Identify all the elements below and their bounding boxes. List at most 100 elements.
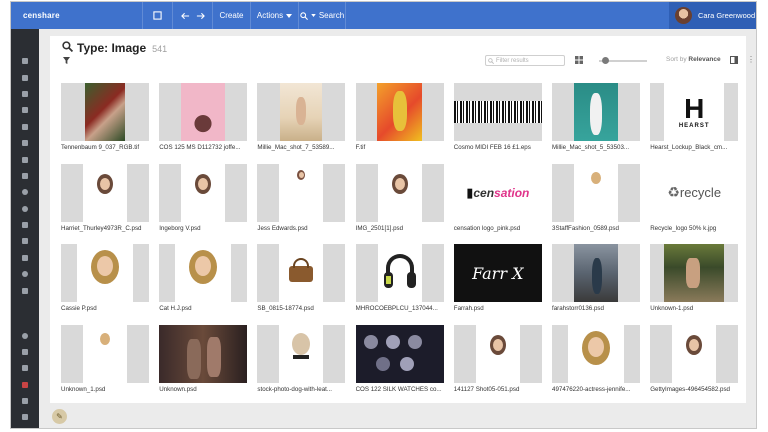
asset-thumbnail[interactable]: [61, 163, 149, 222]
asset-thumbnail[interactable]: [257, 324, 346, 383]
asset-thumbnail[interactable]: ♻ recycle: [650, 163, 739, 222]
asset-thumbnail[interactable]: [257, 163, 346, 222]
chevron-down-icon: [286, 13, 293, 18]
actions-menu-button[interactable]: Actions: [250, 2, 298, 29]
sort-control[interactable]: Sort by Relevance: [666, 56, 721, 63]
asset-tile[interactable]: Harriet_Thurley4973R_C.psd: [61, 163, 149, 232]
heart-icon[interactable]: [19, 204, 30, 213]
asset-thumbnail[interactable]: [552, 324, 640, 383]
search-button[interactable]: Search: [298, 2, 346, 29]
thumbnail-image: [574, 163, 618, 222]
side-panel-icon[interactable]: [730, 56, 738, 64]
document-icon[interactable]: [19, 236, 30, 245]
film-icon[interactable]: [19, 363, 30, 372]
asset-thumbnail[interactable]: [159, 83, 248, 141]
thumbnail-image: [689, 338, 700, 351]
tag-icon[interactable]: [19, 171, 30, 180]
asset-tile[interactable]: farahstorr0136.psd: [552, 244, 640, 312]
asset-thumbnail[interactable]: [552, 244, 640, 302]
asset-thumbnail[interactable]: [552, 83, 640, 141]
asset-tile[interactable]: Unknown_1.psd: [61, 324, 149, 393]
search-icon[interactable]: [19, 331, 30, 340]
asset-thumbnail[interactable]: [257, 83, 346, 141]
trash-icon[interactable]: [19, 286, 30, 295]
asset-tile[interactable]: Cosmo MIDI FEB 16 £1.eps: [453, 83, 542, 151]
car-icon[interactable]: [19, 155, 30, 164]
thumbnail-image: [198, 177, 209, 190]
asset-tile[interactable]: 3StaffFashion_0589.psd: [552, 163, 640, 232]
new-window-button[interactable]: [142, 2, 172, 29]
asset-tile[interactable]: COS 125 MS D112732 joffe...: [159, 83, 248, 151]
image-icon[interactable]: [19, 347, 30, 356]
asset-thumbnail[interactable]: H HEARST: [650, 83, 739, 141]
asset-thumbnail[interactable]: [355, 83, 444, 141]
asset-thumbnail[interactable]: [61, 324, 149, 383]
pin-icon[interactable]: ✎: [52, 409, 67, 424]
grid-view-icon[interactable]: [575, 56, 583, 64]
download-icon[interactable]: [19, 89, 30, 98]
asset-thumbnail[interactable]: [159, 324, 248, 383]
asset-thumbnail[interactable]: [650, 244, 739, 302]
asset-tile[interactable]: Tennenbaum 9_037_RGB.tif: [61, 83, 149, 151]
asset-tile[interactable]: Unknown-1.psd: [650, 244, 739, 312]
asset-tile[interactable]: GettyImages-496454582.psd: [650, 324, 739, 393]
asset-thumbnail[interactable]: [650, 324, 739, 383]
brand-logo[interactable]: censhare: [11, 2, 60, 29]
asset-tile[interactable]: ♻ recycle Recycle_logo 50% k.jpg: [650, 163, 739, 232]
calendar-icon[interactable]: [19, 105, 30, 114]
asset-tile[interactable]: Jess Edwards.psd: [257, 163, 346, 232]
create-button[interactable]: Create: [212, 2, 250, 29]
filter-results-input[interactable]: Filter results: [485, 55, 565, 66]
asset-tile[interactable]: Farr X Farrah.psd: [453, 244, 542, 312]
asset-thumbnail[interactable]: [453, 324, 542, 383]
thumbnail-size-slider[interactable]: [599, 57, 647, 64]
asset-tile[interactable]: Cassie P.psd: [61, 244, 149, 312]
asset-tile[interactable]: Millie_Mac_shot_5_53503...: [552, 83, 640, 151]
asset-thumbnail[interactable]: [453, 83, 542, 141]
chat-icon[interactable]: [19, 122, 30, 131]
alert-icon[interactable]: [19, 380, 30, 389]
clock-icon[interactable]: [19, 187, 30, 196]
back-arrow-icon[interactable]: [180, 12, 190, 20]
search-icon[interactable]: [19, 269, 30, 278]
file-icon[interactable]: [19, 253, 30, 262]
inbox-icon[interactable]: [19, 73, 30, 82]
asset-thumbnail[interactable]: [257, 244, 346, 302]
asset-thumbnail[interactable]: [61, 83, 149, 141]
filter-icon[interactable]: [63, 57, 70, 64]
asset-tile[interactable]: stock-photo-dog-with-leat...: [257, 324, 346, 393]
asset-thumbnail[interactable]: [355, 244, 444, 302]
asset-tile[interactable]: SB_0815-18774.psd: [257, 244, 346, 312]
slider-handle[interactable]: [602, 57, 609, 64]
forward-arrow-icon[interactable]: [196, 12, 205, 20]
asset-thumbnail[interactable]: [355, 163, 444, 222]
asset-tile[interactable]: 497476220-actress-jennife...: [552, 324, 640, 393]
asset-thumbnail[interactable]: [355, 324, 444, 383]
asset-tile[interactable]: ▮ cen sation censation logo_pink.psd: [453, 163, 542, 232]
asset-thumbnail[interactable]: [552, 163, 640, 222]
asset-tile[interactable]: IMG_2501[1].psd: [355, 163, 444, 232]
asset-tile[interactable]: Unknown.psd: [159, 324, 248, 393]
grid-icon[interactable]: [19, 396, 30, 405]
asset-tile[interactable]: MHROCOEBPLCU_137044...: [355, 244, 444, 312]
asset-tile[interactable]: H HEARST Hearst_Lockup_Black_cm...: [650, 83, 739, 151]
asset-tile[interactable]: 141127 Shot05-051.psd: [453, 324, 542, 393]
asset-tile[interactable]: Ingeborg V.psd: [159, 163, 248, 232]
asset-thumbnail[interactable]: [159, 244, 248, 302]
asset-thumbnail[interactable]: [61, 244, 149, 302]
asset-thumbnail[interactable]: [159, 163, 248, 222]
layers-icon[interactable]: [19, 220, 30, 229]
settings-icon[interactable]: [19, 412, 30, 421]
user-menu[interactable]: Cara Greenwood: [669, 2, 756, 29]
home-icon[interactable]: [19, 56, 30, 65]
asset-tile[interactable]: Cat H.J.psd: [159, 244, 248, 312]
asset-name: Millie_Mac_shot_7_53589...: [257, 144, 335, 151]
search-label: Search: [318, 11, 345, 20]
asset-tile[interactable]: Millie_Mac_shot_7_53589...: [257, 83, 346, 151]
asset-tile[interactable]: F.tif: [355, 83, 444, 151]
asset-thumbnail[interactable]: Farr X: [453, 244, 542, 302]
asset-thumbnail[interactable]: ▮ cen sation: [453, 163, 542, 222]
folder-icon[interactable]: [19, 138, 30, 147]
asset-tile[interactable]: COS 122 SILK WATCHES co...: [355, 324, 444, 393]
more-options-icon[interactable]: ⋮: [747, 55, 755, 64]
